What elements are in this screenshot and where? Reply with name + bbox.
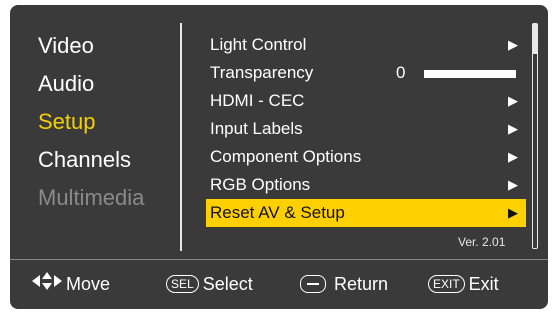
menu-item-multimedia: Multimedia [38, 185, 145, 210]
setup-item-label: Component Options [210, 147, 362, 166]
setup-submenu: Light Control ▶ Transparency 0 HDMI - CE… [206, 31, 526, 227]
osd-menu-panel: Video Audio Setup Channels Multimedia Li… [10, 5, 548, 309]
setup-item-label: RGB Options [210, 175, 311, 194]
arrow-right-icon: ▶ [508, 93, 518, 108]
arrow-right-icon: ▶ [508, 149, 518, 164]
return-label: Return [334, 274, 389, 294]
menu-divider [180, 23, 182, 251]
sel-key-icon: SEL [166, 275, 199, 294]
arrow-right-icon: ▶ [508, 205, 518, 220]
transparency-slider-bar[interactable] [424, 70, 516, 78]
footer-select: SEL Select [166, 269, 253, 299]
nav-arrows-icon [32, 269, 62, 299]
arrow-right-icon: ▶ [508, 177, 518, 192]
footer-divider [10, 259, 548, 260]
menu-item-audio[interactable]: Audio [38, 65, 188, 103]
setup-item-label: Reset AV & Setup [210, 203, 345, 222]
main-menu: Video Audio Setup Channels Multimedia [38, 27, 188, 217]
footer-exit: EXIT Exit [428, 269, 499, 299]
select-label: Select [202, 274, 253, 294]
footer-move: Move [32, 269, 110, 299]
version-label: Ver. 2.01 [458, 235, 506, 249]
move-label: Move [66, 274, 111, 294]
scrollbar-thumb[interactable] [533, 24, 537, 54]
setup-item-component-options[interactable]: Component Options ▶ [206, 143, 526, 171]
setup-item-transparency[interactable]: Transparency 0 [206, 59, 526, 87]
setup-item-label: Input Labels [210, 119, 303, 138]
arrow-right-icon: ▶ [508, 37, 518, 52]
setup-item-label: HDMI - CEC [210, 91, 305, 110]
scrollbar[interactable] [532, 23, 538, 249]
setup-item-rgb-options[interactable]: RGB Options ▶ [206, 171, 526, 199]
exit-label: Exit [468, 274, 499, 294]
footer-return: Return [300, 269, 388, 299]
setup-item-reset-av-setup[interactable]: Reset AV & Setup ▶ [206, 199, 526, 227]
setup-item-light-control[interactable]: Light Control ▶ [206, 31, 526, 59]
setup-item-input-labels[interactable]: Input Labels ▶ [206, 115, 526, 143]
menu-item-setup[interactable]: Setup [38, 103, 188, 141]
menu-item-video[interactable]: Video [38, 27, 188, 65]
exit-key-icon: EXIT [428, 275, 465, 294]
setup-item-hdmi-cec[interactable]: HDMI - CEC ▶ [206, 87, 526, 115]
arrow-right-icon: ▶ [508, 121, 518, 136]
setup-item-label: Transparency [210, 63, 314, 82]
transparency-value: 0 [396, 63, 406, 82]
minus-button-icon [300, 275, 326, 294]
setup-item-label: Light Control [210, 35, 307, 54]
menu-item-channels[interactable]: Channels [38, 141, 188, 179]
